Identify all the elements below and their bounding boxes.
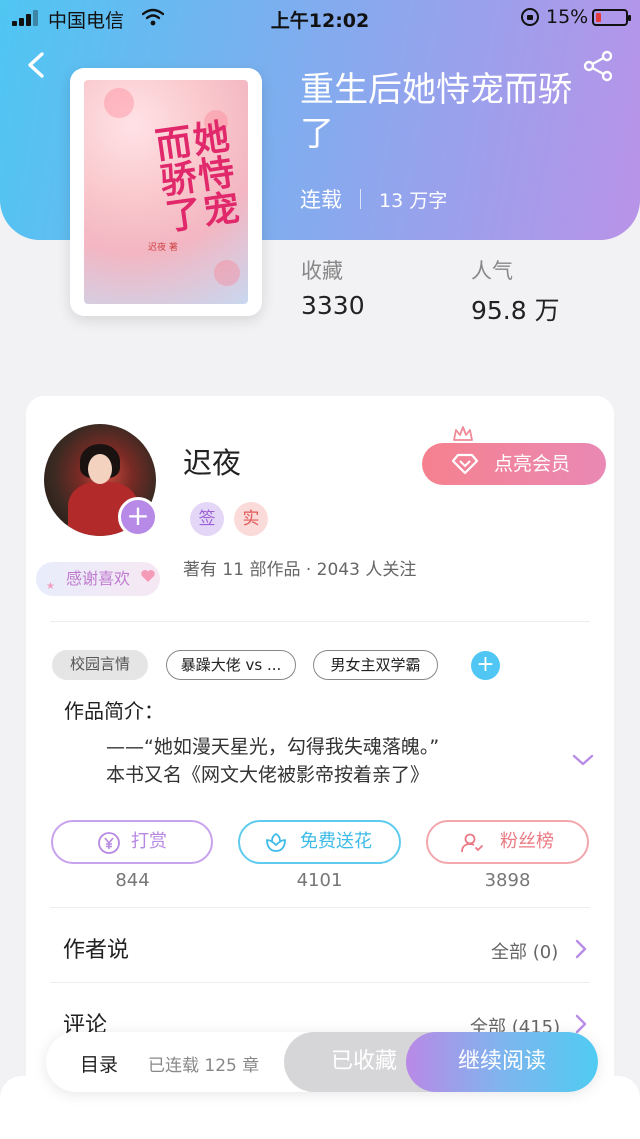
status-bar: 中国电信 上午12:02 15% xyxy=(0,0,640,36)
verified-badge: 实 xyxy=(234,502,268,536)
back-arrow-icon[interactable] xyxy=(22,50,52,80)
follow-author-button[interactable]: + xyxy=(118,497,158,537)
serial-status: 连载 xyxy=(300,188,342,212)
stat-popularity: 人气 95.8 万 xyxy=(471,255,560,327)
meta-divider xyxy=(360,189,361,209)
clock-time: 上午12:02 xyxy=(270,10,370,32)
intro-text-line: ——“她如漫天星光，勾得我失魂落魄。” xyxy=(106,736,440,758)
divider xyxy=(50,907,590,908)
word-count: 13 万字 xyxy=(379,189,448,212)
flower-label: 免费送花 xyxy=(300,831,372,852)
vip-label: 点亮会员 xyxy=(494,453,571,475)
tag-item[interactable]: 校园言情 xyxy=(52,650,148,680)
book-cover-frame[interactable]: 她恃宠而骄了 迟夜 著 xyxy=(70,68,262,316)
fan-ranking-button[interactable]: 粉丝榜 xyxy=(426,820,589,864)
continue-reading-button[interactable]: 继续阅读 xyxy=(406,1032,598,1092)
stat-label: 收藏 xyxy=(301,259,343,283)
reward-button[interactable]: 打赏 xyxy=(51,820,213,864)
add-tag-button[interactable]: + xyxy=(471,651,500,680)
reward-label: 打赏 xyxy=(131,831,167,852)
stat-label: 人气 xyxy=(471,259,513,283)
stat-value: 95.8 万 xyxy=(471,296,560,325)
thanks-label: 感谢喜欢 xyxy=(65,569,130,588)
signed-badge: 签 xyxy=(190,502,224,536)
tag-item[interactable]: 暴躁大佬 vs ... xyxy=(166,650,296,680)
diamond-icon xyxy=(451,453,479,475)
yuan-icon xyxy=(98,832,120,854)
author-says-link[interactable]: 全部 (0) xyxy=(491,938,558,964)
chapter-count: 已连载 125 章 xyxy=(148,1056,260,1076)
chevron-down-icon[interactable] xyxy=(571,752,595,768)
author-says-title: 作者说 xyxy=(63,938,130,963)
intro-title: 作品简介： xyxy=(64,699,164,723)
stat-favorites: 收藏 3330 xyxy=(301,255,365,320)
stat-value: 3330 xyxy=(301,291,365,320)
star-icon: ★ xyxy=(46,581,55,592)
divider xyxy=(50,982,590,983)
flower-icon xyxy=(266,832,286,852)
fans-label: 粉丝榜 xyxy=(500,831,554,852)
battery-icon xyxy=(592,9,631,26)
heart-icon xyxy=(141,570,155,582)
book-meta: 连载 13 万字 xyxy=(300,184,447,214)
flower-count: 4101 xyxy=(296,870,343,891)
send-flower-button[interactable]: 免费送花 xyxy=(238,820,401,864)
intro-text-line: 本书又名《网文大佬被影帝按着亲了》 xyxy=(106,764,430,786)
bottom-action-bar: 目录 已连载 125 章 已收藏 继续阅读 xyxy=(46,1032,598,1092)
chevron-right-icon[interactable] xyxy=(574,1013,588,1035)
thanks-badge: ★ 感谢喜欢 xyxy=(36,562,160,596)
battery-percent: 15% xyxy=(546,6,589,28)
vip-button[interactable]: 点亮会员 xyxy=(422,443,606,485)
reward-count: 844 xyxy=(115,870,150,891)
book-title: 重生后她恃宠而骄了 xyxy=(300,70,572,154)
crown-icon xyxy=(453,426,473,441)
toc-button[interactable]: 目录 xyxy=(80,1050,118,1077)
rotation-lock-icon xyxy=(521,8,539,26)
author-stats: 著有 11 部作品 · 2043 人关注 xyxy=(183,560,417,580)
tag-item[interactable]: 男女主双学霸 xyxy=(313,650,438,680)
fans-count: 3898 xyxy=(484,870,531,891)
divider xyxy=(50,621,590,622)
fan-user-icon xyxy=(461,833,483,853)
cover-author-text: 迟夜 著 xyxy=(148,243,178,253)
book-cover-image: 她恃宠而骄了 迟夜 著 xyxy=(84,80,248,304)
author-name[interactable]: 迟夜 xyxy=(183,440,241,482)
cover-title-art: 她恃宠而骄了 xyxy=(147,116,242,235)
chevron-right-icon[interactable] xyxy=(574,938,588,960)
